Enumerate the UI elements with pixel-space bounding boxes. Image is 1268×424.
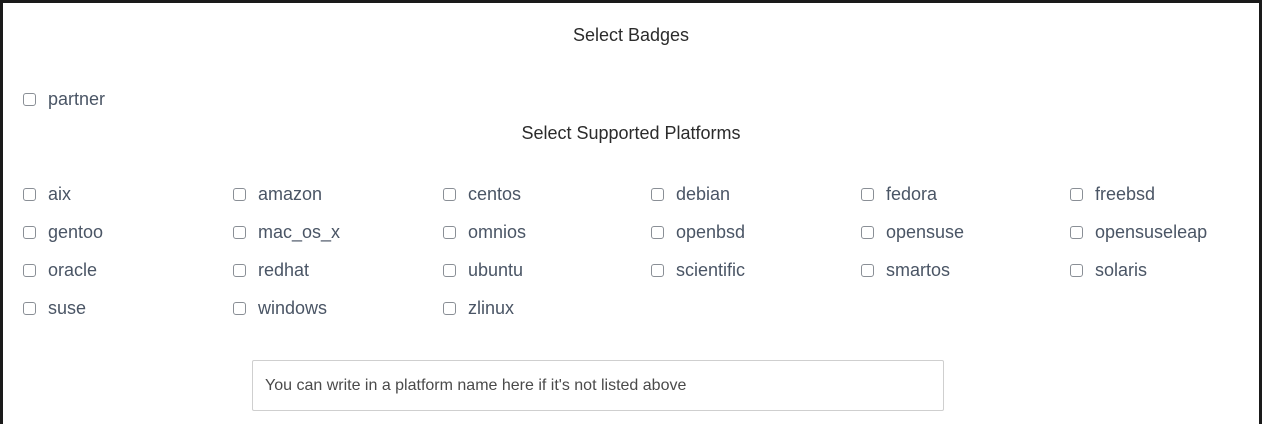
platform-checkbox-scientific[interactable]: scientific [651,258,745,282]
checkbox-label: smartos [886,259,951,280]
platform-checkbox-freebsd[interactable]: freebsd [1070,182,1155,206]
checkbox[interactable] [443,263,456,277]
checkbox-label: solaris [1095,259,1148,280]
checkbox-label: opensuseleap [1095,221,1208,242]
checkbox-label: fedora [886,183,938,204]
platform-checkbox-solaris[interactable]: solaris [1070,258,1147,282]
platform-checkbox-omnios[interactable]: omnios [443,220,526,244]
platform-checkbox-amazon[interactable]: amazon [233,182,322,206]
checkbox[interactable] [23,225,36,239]
checkbox-label: debian [676,183,731,204]
checkbox[interactable] [651,225,664,239]
platform-checkbox-gentoo[interactable]: gentoo [23,220,103,244]
platform-checkbox-grid: aix amazon centos debian fedora freebsd … [23,182,1253,322]
platform-checkbox-opensuse[interactable]: opensuse [861,220,964,244]
checkbox[interactable] [1070,263,1083,277]
platform-selection-panel: Select Badges partner Select Supported P… [0,0,1262,424]
checkbox[interactable] [861,225,874,239]
checkbox[interactable] [23,301,36,315]
platform-checkbox-zlinux[interactable]: zlinux [443,296,514,320]
badge-checkbox-partner[interactable]: partner [23,89,105,110]
checkbox-label: mac_os_x [258,221,341,242]
platform-checkbox-centos[interactable]: centos [443,182,521,206]
platform-checkbox-windows[interactable]: windows [233,296,327,320]
platform-checkbox-aix[interactable]: aix [23,182,71,206]
checkbox-label: omnios [468,221,527,242]
checkbox[interactable] [651,187,664,201]
checkbox-label: ubuntu [468,259,524,280]
checkbox[interactable] [443,301,456,315]
checkbox[interactable] [233,187,246,201]
checkbox-label: oracle [48,259,98,280]
checkbox-label: aix [48,183,72,204]
checkbox-label: openbsd [676,221,746,242]
checkbox[interactable] [861,187,874,201]
platform-checkbox-fedora[interactable]: fedora [861,182,937,206]
checkbox[interactable] [651,263,664,277]
checkbox-label: scientific [676,259,746,280]
checkbox-label: freebsd [1095,183,1156,204]
checkbox[interactable] [23,263,36,277]
checkbox[interactable] [443,225,456,239]
checkbox-label: suse [48,297,87,318]
platform-checkbox-opensuseleap[interactable]: opensuseleap [1070,220,1207,244]
checkbox[interactable] [1070,225,1083,239]
checkbox-label: opensuse [886,221,965,242]
platforms-heading: Select Supported Platforms [521,123,741,143]
checkbox[interactable] [23,93,36,106]
platform-checkbox-smartos[interactable]: smartos [861,258,950,282]
checkbox[interactable] [233,301,246,315]
platform-checkbox-ubuntu[interactable]: ubuntu [443,258,523,282]
platform-checkbox-redhat[interactable]: redhat [233,258,309,282]
checkbox-label: amazon [258,183,323,204]
platform-checkbox-debian[interactable]: debian [651,182,730,206]
platform-checkbox-oracle[interactable]: oracle [23,258,97,282]
checkbox-label: partner [48,89,106,109]
platform-checkbox-openbsd[interactable]: openbsd [651,220,745,244]
checkbox[interactable] [233,225,246,239]
checkbox-label: windows [258,297,328,318]
platform-checkbox-suse[interactable]: suse [23,296,86,320]
platform-checkbox-mac-os-x[interactable]: mac_os_x [233,220,340,244]
badges-heading: Select Badges [572,25,690,45]
checkbox[interactable] [861,263,874,277]
checkbox[interactable] [23,187,36,201]
checkbox-label: centos [468,183,522,204]
checkbox[interactable] [1070,187,1083,201]
checkbox-label: zlinux [468,297,515,318]
custom-platform-input[interactable] [252,360,944,411]
checkbox[interactable] [233,263,246,277]
checkbox-label: redhat [258,259,310,280]
checkbox[interactable] [443,187,456,201]
checkbox-label: gentoo [48,221,104,242]
